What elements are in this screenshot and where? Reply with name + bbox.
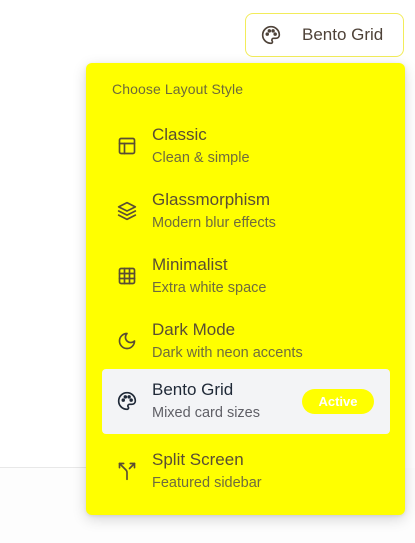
layers-icon (116, 200, 138, 222)
menu-heading: Choose Layout Style (112, 81, 244, 97)
menu-item-minimalist[interactable]: Minimalist Extra white space (102, 244, 390, 308)
menu-item-description: Featured sidebar (152, 475, 262, 491)
menu-item-title: Glassmorphism (152, 190, 271, 209)
dropdown-button-label: Bento Grid (302, 25, 384, 44)
menu-item-glassmorphism[interactable]: Glassmorphism Modern blur effects (102, 179, 390, 243)
menu-item-title: Split Screen (152, 450, 244, 469)
menu-item-description: Dark with neon accents (152, 345, 303, 361)
menu-item-title: Dark Mode (152, 320, 236, 339)
menu-item-description: Extra white space (152, 280, 267, 296)
palette-icon (261, 25, 281, 45)
menu-item-description: Clean & simple (152, 150, 250, 166)
layout-style-menu: Choose Layout Style Classic Clean & simp… (86, 63, 405, 515)
grid-icon (116, 265, 138, 287)
layout-style-dropdown-button[interactable]: Bento Grid (245, 13, 404, 57)
layout-panel-icon (116, 135, 138, 157)
menu-item-title: Bento Grid (152, 380, 234, 399)
menu-item-title: Classic (152, 125, 207, 144)
menu-item-classic[interactable]: Classic Clean & simple (102, 114, 390, 178)
menu-item-bento-grid[interactable]: Bento Grid Mixed card sizes Active (102, 369, 390, 434)
split-icon (116, 460, 138, 482)
menu-item-description: Mixed card sizes (152, 405, 260, 421)
active-badge: Active (302, 389, 374, 414)
palette-icon (116, 390, 138, 412)
menu-item-dark-mode[interactable]: Dark Mode Dark with neon accents (102, 309, 390, 373)
menu-item-split-screen[interactable]: Split Screen Featured sidebar (102, 439, 390, 503)
moon-icon (116, 330, 138, 352)
menu-item-title: Minimalist (152, 255, 228, 274)
menu-item-description: Modern blur effects (152, 215, 276, 231)
